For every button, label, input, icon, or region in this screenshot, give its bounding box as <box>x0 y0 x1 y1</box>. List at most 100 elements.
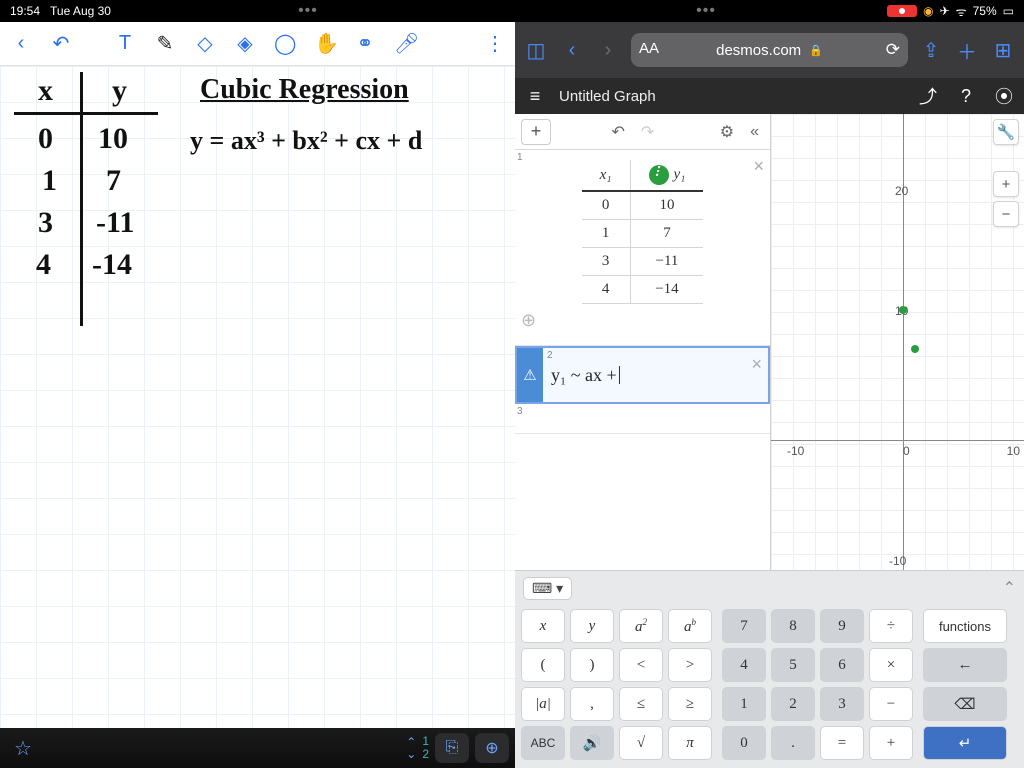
zoom-out-button[interactable]: − <box>993 201 1019 227</box>
tabs-icon[interactable]: ⊞ <box>990 38 1016 63</box>
key-abs[interactable]: |a| <box>521 687 565 721</box>
key-comma[interactable]: , <box>570 687 614 721</box>
mic-tool-icon[interactable]: 🎤︎ <box>394 31 416 56</box>
keyboard-collapse-icon[interactable]: ⌃ <box>1003 578 1016 598</box>
wifi-icon: ᯤ <box>956 3 967 20</box>
collapse-panel-icon[interactable]: « <box>745 123 764 141</box>
eraser-tool-icon[interactable]: ◇ <box>194 31 216 56</box>
tbl-head-x[interactable]: x₁ <box>582 160 630 191</box>
key-ab[interactable]: ab <box>668 609 712 643</box>
more-menu-icon[interactable]: ⋮ <box>485 31 505 56</box>
key-5[interactable]: 5 <box>771 648 815 682</box>
key-functions[interactable]: functions <box>923 609 1007 643</box>
expr-row-2[interactable]: ⚠ y₁ ~ ax + 2 × <box>515 346 770 404</box>
nav-forward-icon[interactable]: › <box>595 39 621 62</box>
key-dot[interactable]: . <box>771 726 815 760</box>
key-audio[interactable]: 🔊 <box>570 726 614 760</box>
zoom-fit-icon[interactable]: ⊕ <box>521 310 536 330</box>
new-tab-icon[interactable]: ＋ <box>954 36 980 65</box>
text-tool-icon[interactable]: T <box>114 32 136 55</box>
key-8[interactable]: 8 <box>771 609 815 643</box>
expr-row-1[interactable]: 1 × x₁ y₁ 010 17 3−11 4−14 <box>515 150 770 346</box>
tbl-head-y[interactable]: y₁ <box>630 160 703 191</box>
recording-indicator[interactable] <box>887 5 917 17</box>
share-graph-icon[interactable]: ⤴ <box>914 83 942 109</box>
clipboard-icon[interactable]: ⎘ <box>435 733 469 763</box>
key-4[interactable]: 4 <box>722 648 766 682</box>
redo-button[interactable]: ↷ <box>636 122 659 142</box>
settings-icon[interactable]: ⚙ <box>715 122 739 142</box>
zoom-icon[interactable]: ⊕ <box>475 733 509 763</box>
pen-tool-icon[interactable]: ✎ <box>154 31 176 56</box>
key-le[interactable]: ≤ <box>619 687 663 721</box>
zoom-in-button[interactable]: + <box>993 171 1019 197</box>
share-icon[interactable]: ⇪ <box>918 38 944 63</box>
language-icon[interactable]: ⦿ <box>990 83 1018 109</box>
key-minus[interactable]: − <box>869 687 913 721</box>
ipad-statusbar: 19:54 Tue Aug 30 ••• <box>0 0 515 22</box>
help-icon[interactable]: ? <box>952 86 980 107</box>
key-0[interactable]: 0 <box>722 726 766 760</box>
key-lt[interactable]: < <box>619 648 663 682</box>
delete-row-icon[interactable]: × <box>751 354 762 375</box>
key-7[interactable]: 7 <box>722 609 766 643</box>
graph-title[interactable]: Untitled Graph <box>559 88 904 105</box>
key-enter[interactable]: ↵ <box>923 726 1007 760</box>
notes-bottombar: ☆ ⌃⌄ 1 2 ⎘ ⊕ <box>0 728 515 768</box>
url-field[interactable]: desmos.com 🔒 <box>631 33 908 67</box>
wrench-icon[interactable]: 🔧 <box>993 119 1019 145</box>
key-pi[interactable]: π <box>668 726 712 760</box>
shape-tool-icon[interactable]: ✋ <box>314 31 336 56</box>
notes-canvas[interactable]: Cubic Regression y = ax³ + bx² + cx + d … <box>0 66 515 728</box>
favorite-icon[interactable]: ☆ <box>6 732 40 765</box>
key-x[interactable]: x <box>521 609 565 643</box>
key-y[interactable]: y <box>570 609 614 643</box>
lock-icon: 🔒 <box>809 44 823 57</box>
desmos-table[interactable]: x₁ y₁ 010 17 3−11 4−14 <box>582 160 704 304</box>
sidebar-icon[interactable]: ◫ <box>523 38 549 63</box>
key-gt[interactable]: > <box>668 648 712 682</box>
key-sqrt[interactable]: √ <box>619 726 663 760</box>
data-point[interactable] <box>899 306 907 314</box>
back-icon[interactable]: ‹ <box>10 32 32 55</box>
multitask-dots-right[interactable]: ••• <box>696 2 716 20</box>
key-a2[interactable]: a2 <box>619 609 663 643</box>
keyboard-toggle[interactable]: ⌨ ▾ <box>523 577 572 600</box>
key-eq[interactable]: = <box>820 726 864 760</box>
key-mul[interactable]: × <box>869 648 913 682</box>
expr-row-3[interactable]: 3 <box>515 404 770 434</box>
reload-icon[interactable]: ⟳ <box>886 40 900 60</box>
page-arrows[interactable]: ⌃⌄ <box>406 736 416 760</box>
undo-icon[interactable]: ↶ <box>50 31 72 56</box>
key-1[interactable]: 1 <box>722 687 766 721</box>
key-plus[interactable]: + <box>869 726 913 760</box>
key-div[interactable]: ÷ <box>869 609 913 643</box>
key-6[interactable]: 6 <box>820 648 864 682</box>
r3x: 4 <box>36 248 51 282</box>
key-ge[interactable]: ≥ <box>668 687 712 721</box>
data-point[interactable] <box>911 345 919 353</box>
key-lparen[interactable]: ( <box>521 648 565 682</box>
text-size-icon[interactable]: AA <box>639 40 659 57</box>
add-expression-button[interactable]: + <box>521 119 551 145</box>
warning-badge[interactable]: ⚠ <box>517 348 543 402</box>
key-9[interactable]: 9 <box>820 609 864 643</box>
graph-canvas[interactable]: 20 10 0 -10 10 -10 🔧 + − <box>771 114 1024 570</box>
hamburger-icon[interactable]: ≡ <box>521 86 549 107</box>
status-date: Tue Aug 30 <box>50 4 111 18</box>
key-3[interactable]: 3 <box>820 687 864 721</box>
series-color-badge[interactable] <box>649 165 669 185</box>
key-2[interactable]: 2 <box>771 687 815 721</box>
regression-input[interactable]: y₁ ~ ax + <box>543 348 768 402</box>
multitask-dots-left[interactable]: ••• <box>298 2 318 20</box>
key-left-arrow[interactable]: ← <box>923 648 1007 682</box>
key-backspace[interactable]: ⌫ <box>923 687 1007 721</box>
highlighter-tool-icon[interactable]: ◈ <box>234 31 256 56</box>
link-tool-icon[interactable]: ⚭ <box>354 31 376 56</box>
delete-row-icon[interactable]: × <box>753 156 764 177</box>
undo-button[interactable]: ↶ <box>606 122 629 142</box>
nav-back-icon[interactable]: ‹ <box>559 39 585 62</box>
key-rparen[interactable]: ) <box>570 648 614 682</box>
lasso-tool-icon[interactable]: ◯ <box>274 31 296 56</box>
key-abc[interactable]: ABC <box>521 726 565 760</box>
